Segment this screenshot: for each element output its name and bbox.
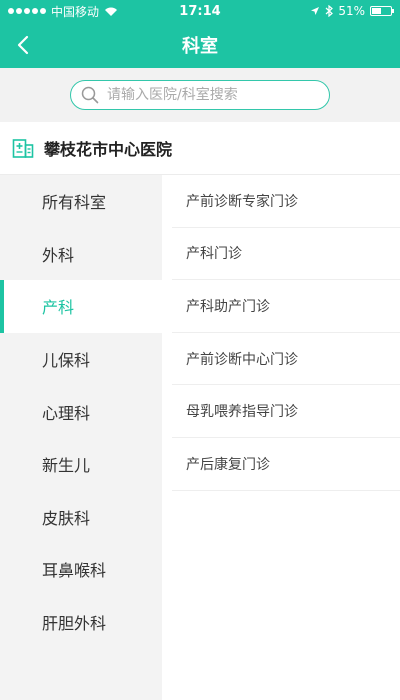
clinic-item[interactable]: 产前诊断专家门诊 <box>172 175 400 228</box>
battery-fill <box>372 8 382 14</box>
department-item[interactable]: 产科 <box>0 280 162 333</box>
department-item[interactable]: 新生儿 <box>0 438 162 491</box>
department-list: 所有科室 外科 产科 儿保科 心理科 新生儿 皮肤科 耳鼻喉科 肝胆外科 <box>0 175 162 700</box>
clinic-item[interactable]: 产前诊断中心门诊 <box>172 333 400 386</box>
screen: 中国移动 17:14 51% 科室 请输入医院/科室搜索 攀枝花市中心医院 所有… <box>0 0 400 700</box>
department-item[interactable]: 儿保科 <box>0 333 162 386</box>
page-title: 科室 <box>182 36 218 57</box>
department-item[interactable]: 肝胆外科 <box>0 596 162 649</box>
department-item[interactable]: 心理科 <box>0 385 162 438</box>
nav-bar: 科室 <box>0 22 400 68</box>
clinic-list: 产前诊断专家门诊 产科门诊 产科助产门诊 产前诊断中心门诊 母乳喂养指导门诊 产后康复门诊 <box>162 175 400 700</box>
search-icon <box>81 86 99 104</box>
location-icon <box>311 7 320 15</box>
department-browser: 所有科室 外科 产科 儿保科 心理科 新生儿 皮肤科 耳鼻喉科 肝胆外科 产前诊断专家门诊 产科门… <box>0 175 400 700</box>
status-left: 中国移动 <box>8 3 118 20</box>
search-area <box>0 68 400 122</box>
chevron-left-icon <box>17 35 29 55</box>
signal-icon <box>8 8 46 14</box>
bluetooth-icon <box>325 5 334 17</box>
clinic-item[interactable]: 产后康复门诊 <box>172 438 400 491</box>
hospital-name: 攀枝花市中心医院 <box>44 140 173 159</box>
wifi-icon <box>105 7 118 16</box>
carrier-label: 中国移动 <box>51 4 100 19</box>
search-box[interactable] <box>70 80 330 110</box>
clinic-item[interactable]: 产科助产门诊 <box>172 280 400 333</box>
hospital-icon <box>12 139 34 158</box>
department-item[interactable]: 外科 <box>0 228 162 281</box>
back-button[interactable] <box>0 22 46 68</box>
battery-icon <box>370 6 394 16</box>
department-item[interactable]: 皮肤科 <box>0 491 162 544</box>
search-input[interactable] <box>105 86 319 104</box>
status-bar: 中国移动 17:14 51% <box>0 0 400 22</box>
status-right: 51% <box>310 4 394 18</box>
hospital-header: 攀枝花市中心医院 <box>0 122 400 175</box>
department-item[interactable]: 所有科室 <box>0 175 162 228</box>
battery-label: 51% <box>338 4 365 18</box>
clinic-item[interactable]: 产科门诊 <box>172 228 400 281</box>
department-item[interactable]: 耳鼻喉科 <box>0 543 162 596</box>
top-bar: 中国移动 17:14 51% 科室 <box>0 0 400 68</box>
clinic-item[interactable]: 母乳喂养指导门诊 <box>172 385 400 438</box>
